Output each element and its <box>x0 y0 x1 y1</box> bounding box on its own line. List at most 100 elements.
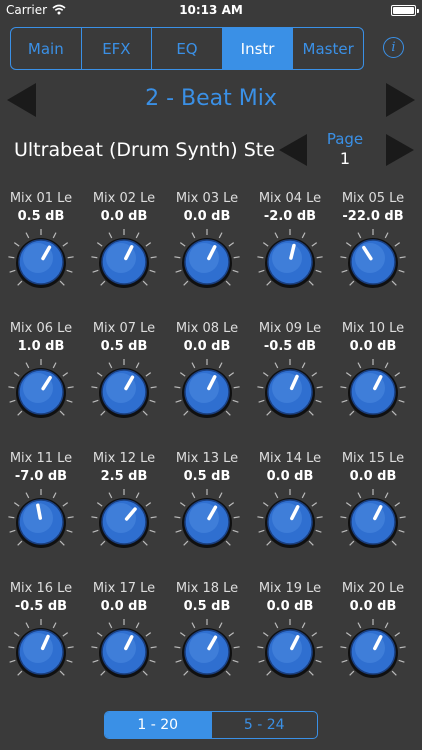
knob-value: 0.5 dB <box>183 599 231 614</box>
knob-label: Mix 04 Le <box>258 191 322 206</box>
knob-label: Mix 15 Le <box>341 451 405 466</box>
knob-cell: Mix 16 Le -0.5 dB <box>0 581 82 701</box>
knob-cell: Mix 17 Le 0.0 dB <box>83 581 165 701</box>
mix-level-knob[interactable] <box>6 357 76 427</box>
mix-level-knob[interactable] <box>6 487 76 557</box>
knob-cell: Mix 14 Le 0.0 dB <box>249 451 331 571</box>
knob-label: Mix 14 Le <box>258 451 322 466</box>
knob-value: -22.0 dB <box>342 209 404 224</box>
knob-value: 0.0 dB <box>349 599 397 614</box>
tab-eq[interactable]: EQ <box>152 28 223 69</box>
mix-level-knob[interactable] <box>89 617 159 687</box>
knob-cell: Mix 04 Le -2.0 dB <box>249 191 331 311</box>
knob-label: Mix 09 Le <box>258 321 322 336</box>
knob-cell: Mix 15 Le 0.0 dB <box>332 451 414 571</box>
knob-cell: Mix 02 Le 0.0 dB <box>83 191 165 311</box>
tab-instr[interactable]: Instr <box>222 28 294 69</box>
tab-efx[interactable]: EFX <box>82 28 153 69</box>
bank-selector: 1 - 20 5 - 24 <box>104 711 318 739</box>
knob-value: 0.0 dB <box>349 339 397 354</box>
knob-value: -2.0 dB <box>263 209 317 224</box>
knob-cell: Mix 03 Le 0.0 dB <box>166 191 248 311</box>
mix-level-knob[interactable] <box>338 487 408 557</box>
mix-level-knob[interactable] <box>338 357 408 427</box>
mix-level-knob[interactable] <box>172 487 242 557</box>
knob-label: Mix 05 Le <box>341 191 405 206</box>
knob-cell: Mix 08 Le 0.0 dB <box>166 321 248 441</box>
next-page-button[interactable] <box>386 134 414 166</box>
mix-level-knob[interactable] <box>89 227 159 297</box>
knob-cell: Mix 05 Le -22.0 dB <box>332 191 414 311</box>
knob-label: Mix 06 Le <box>9 321 73 336</box>
knob-value: 0.0 dB <box>349 469 397 484</box>
next-preset-button[interactable] <box>386 83 415 117</box>
mix-level-knob[interactable] <box>255 227 325 297</box>
knob-cell: Mix 06 Le 1.0 dB <box>0 321 82 441</box>
section-tabs: Main EFX EQ Instr Master <box>10 27 364 70</box>
knob-cell: Mix 09 Le -0.5 dB <box>249 321 331 441</box>
knob-value: 0.0 dB <box>183 339 231 354</box>
mix-level-knob[interactable] <box>338 617 408 687</box>
mix-level-knob[interactable] <box>89 487 159 557</box>
bank-1-20[interactable]: 1 - 20 <box>105 712 212 738</box>
knob-cell: Mix 19 Le 0.0 dB <box>249 581 331 701</box>
bank-5-24[interactable]: 5 - 24 <box>212 712 318 738</box>
knob-label: Mix 11 Le <box>9 451 73 466</box>
knob-cell: Mix 12 Le 2.5 dB <box>83 451 165 571</box>
mix-level-knob[interactable] <box>6 227 76 297</box>
previous-page-button[interactable] <box>279 134 307 166</box>
mix-level-knob[interactable] <box>172 617 242 687</box>
knob-value: 0.0 dB <box>266 469 314 484</box>
mix-level-knob[interactable] <box>255 617 325 687</box>
knob-value: 0.0 dB <box>266 599 314 614</box>
knob-label: Mix 12 Le <box>92 451 156 466</box>
knob-value: -7.0 dB <box>14 469 68 484</box>
knob-value: 0.5 dB <box>183 469 231 484</box>
knob-label: Mix 16 Le <box>9 581 73 596</box>
knob-label: Mix 02 Le <box>92 191 156 206</box>
knob-cell: Mix 13 Le 0.5 dB <box>166 451 248 571</box>
knob-cell: Mix 11 Le -7.0 dB <box>0 451 82 571</box>
mix-level-knob[interactable] <box>89 357 159 427</box>
knob-value: 0.5 dB <box>17 209 65 224</box>
knob-value: 0.5 dB <box>100 339 148 354</box>
page-label: Page <box>326 130 364 148</box>
knob-cell: Mix 18 Le 0.5 dB <box>166 581 248 701</box>
mix-level-knob[interactable] <box>172 357 242 427</box>
knob-cell: Mix 20 Le 0.0 dB <box>332 581 414 701</box>
info-icon[interactable]: i <box>383 37 404 58</box>
knob-label: Mix 07 Le <box>92 321 156 336</box>
page-number: 1 <box>339 149 351 168</box>
knob-value: 0.0 dB <box>100 599 148 614</box>
knob-value: 0.0 dB <box>183 209 231 224</box>
knob-cell: Mix 07 Le 0.5 dB <box>83 321 165 441</box>
preset-title: 2 - Beat Mix <box>145 86 277 111</box>
knob-cell: Mix 01 Le 0.5 dB <box>0 191 82 311</box>
mix-level-knob[interactable] <box>6 617 76 687</box>
mix-level-knob[interactable] <box>255 357 325 427</box>
knob-cell: Mix 10 Le 0.0 dB <box>332 321 414 441</box>
knob-label: Mix 03 Le <box>175 191 239 206</box>
knob-label: Mix 01 Le <box>9 191 73 206</box>
tab-master[interactable]: Master <box>293 28 363 69</box>
knob-label: Mix 17 Le <box>92 581 156 596</box>
knob-indicator <box>36 503 43 520</box>
knob-value: -0.5 dB <box>14 599 68 614</box>
knob-value: -0.5 dB <box>263 339 317 354</box>
mix-level-knob[interactable] <box>338 227 408 297</box>
battery-icon <box>391 5 419 16</box>
knob-label: Mix 20 Le <box>341 581 405 596</box>
knob-label: Mix 18 Le <box>175 581 239 596</box>
knob-value: 0.0 dB <box>100 209 148 224</box>
mix-level-knob[interactable] <box>255 487 325 557</box>
previous-preset-button[interactable] <box>7 83 36 117</box>
knob-value: 1.0 dB <box>17 339 65 354</box>
knob-label: Mix 19 Le <box>258 581 322 596</box>
tab-main[interactable]: Main <box>11 28 82 69</box>
knob-value: 2.5 dB <box>100 469 148 484</box>
status-bar: Carrier 10:13 AM <box>0 0 422 22</box>
mix-level-knob[interactable] <box>172 227 242 297</box>
status-time: 10:13 AM <box>179 3 243 17</box>
instrument-name: Ultrabeat (Drum Synth) Ste <box>14 139 275 161</box>
knob-label: Mix 10 Le <box>341 321 405 336</box>
